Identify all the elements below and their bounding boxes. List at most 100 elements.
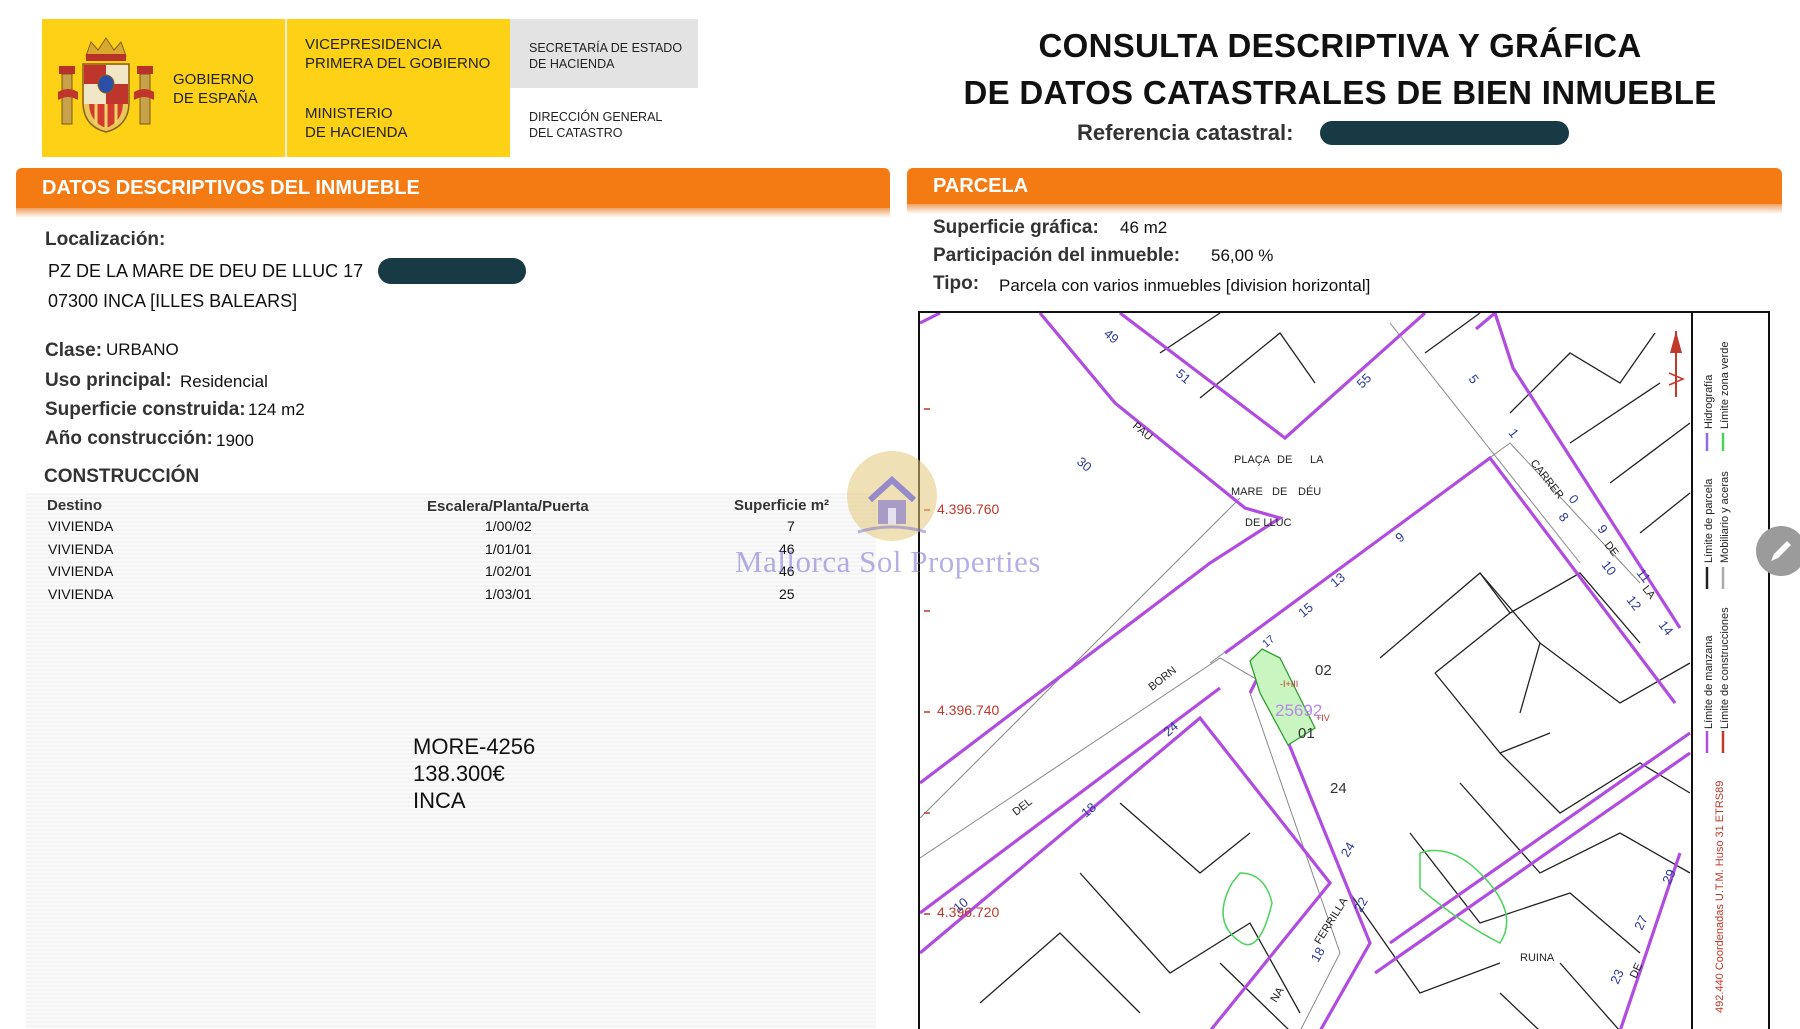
table-row-1-destino: VIVIENDA [48, 518, 114, 534]
superficie-construida-label: Superficie construida: [45, 399, 246, 420]
col-header-escalera: Escalera/Planta/Puerta [427, 498, 589, 515]
edit-button[interactable] [1756, 526, 1800, 576]
table-row-4-destino: VIVIENDA [48, 586, 114, 602]
map-number-14: 14 [1656, 618, 1677, 639]
table-row-1-superficie: 7 [787, 518, 795, 534]
anio-label: Año construcción: [45, 428, 213, 449]
referencia-label: Referencia catastral: [1077, 120, 1294, 145]
coord-y-1: 4.396.760 [937, 501, 999, 517]
datos-section-shadow [16, 208, 890, 218]
legend-limite-manzana: Límite de manzana [1703, 635, 1715, 729]
document-title: CONSULTA DESCRIPTIVA Y GRÁFICA DE DATOS C… [963, 27, 1717, 111]
parcela-section-header: PARCELA [907, 168, 1782, 204]
table-row-2-planta: 1/01/01 [485, 541, 532, 557]
table-row-4-planta: 1/03/01 [485, 586, 532, 602]
map-number-18-bottom: 18 [1308, 944, 1328, 964]
map-number-12: 12 [1624, 593, 1645, 614]
street-label-deu: DÉU [1298, 485, 1321, 498]
participacion-value: 56,00 % [1211, 246, 1274, 265]
street-label-de-3: DE [1602, 539, 1621, 558]
tipo-value: Parcela con varios inmuebles [division h… [999, 276, 1371, 295]
street-label-la-1: LA [1310, 454, 1324, 466]
construccion-title: CONSTRUCCIÓN [44, 466, 200, 487]
cadastral-map[interactable]: 4.396.760 4.396.740 4.396.720 PLAÇA DE L… [918, 311, 1770, 1029]
legend-zona-verde: Límite zona verde [1719, 342, 1731, 429]
col-header-superficie: Superficie m² [734, 497, 830, 514]
legend-hidrografia: Hidrografía [1703, 374, 1715, 429]
table-row-1-planta: 1/00/02 [485, 518, 532, 534]
participacion-label: Participación del inmueble: [933, 245, 1181, 266]
map-number-9: 9 [1392, 529, 1407, 545]
table-row-3-destino: VIVIENDA [48, 563, 114, 579]
map-number-1: 1 [1506, 426, 1522, 441]
map-number-23: 23 [1607, 967, 1627, 986]
redacted-referencia [1320, 121, 1569, 145]
vicepresidencia-label: VICEPRESIDENCIA PRIMERA DEL GOBIERNO [305, 36, 491, 72]
table-row-2-destino: VIVIENDA [48, 541, 114, 557]
datos-section-header: DATOS DESCRIPTIVOS DEL INMUEBLE [16, 168, 890, 208]
map-number-17: 17 [1260, 633, 1277, 650]
uso-label: Uso principal: [45, 370, 172, 391]
map-number-30: 30 [1074, 454, 1095, 475]
map-number-49: 49 [1101, 326, 1122, 347]
listing-ref: MORE-4256 [413, 734, 536, 759]
secretaria-label: SECRETARÍA DE ESTADO DE HACIENDA [529, 41, 683, 71]
tipo-label: Tipo: [933, 273, 980, 294]
address-line-2: 07300 INCA [ILLES BALEARS] [48, 291, 298, 311]
street-label-pau: PAU [1130, 420, 1154, 443]
coord-y-2: 4.396.740 [937, 702, 999, 718]
address-line-1: PZ DE LA MARE DE DEU DE LLUC 17 [48, 261, 364, 281]
superficie-grafica-label: Superficie gráfica: [933, 217, 1099, 238]
listing-info: MORE-4256 138.300€ INCA [413, 733, 535, 814]
map-number-5: 5 [1466, 372, 1482, 387]
street-label-na: NA [1268, 985, 1287, 1005]
map-number-27: 27 [1631, 913, 1651, 932]
legend-limite-parcela: Límite de parcela [1703, 478, 1715, 563]
gov-header-divider [285, 19, 287, 157]
pencil-icon [1771, 541, 1791, 561]
uso-value: Residencial [180, 372, 268, 391]
map-number-13: 13 [1327, 570, 1348, 591]
map-number-10: 10 [1599, 558, 1620, 579]
watermark-text: Mallorca Sol Properties [735, 544, 1041, 579]
redacted-address [378, 258, 526, 284]
cadastral-map-svg: 4.396.760 4.396.740 4.396.720 PLAÇA DE L… [920, 313, 1731, 1029]
clase-value: URBANO [106, 340, 179, 359]
street-label-ferrilla: FERRILLA [1312, 895, 1350, 947]
localizacion-label: Localización: [45, 229, 166, 250]
street-label-mare: MARE [1231, 486, 1263, 498]
street-label-carrer: CARRER [1528, 457, 1566, 501]
col-header-destino: Destino [47, 497, 103, 514]
legend-utm-note: 492.440 Coordenadas U.T.M. Huso 31 ETRS8… [1714, 781, 1726, 1013]
table-row-4-superficie: 25 [779, 586, 795, 602]
gobierno-label: GOBIERNO DE ESPAÑA [173, 71, 258, 107]
map-number-51: 51 [1173, 366, 1194, 387]
map-number-0: 0 [1566, 492, 1582, 507]
coat-of-arms-icon [58, 37, 154, 133]
map-number-15: 15 [1295, 600, 1316, 621]
legend-limite-construcciones: Límite de construcciones [1719, 607, 1731, 729]
unit-label-24: 24 [1330, 780, 1347, 797]
parcela-section-shadow [907, 204, 1782, 214]
legend-mobiliario: Mobiliario y aceras [1719, 471, 1731, 563]
watermark-logo-icon [847, 451, 937, 541]
street-label-de-2: DE [1272, 486, 1287, 498]
floor-label-lower: -I+III [1280, 679, 1298, 689]
table-row-3-planta: 1/02/01 [485, 563, 532, 579]
unit-label-02: 02 [1315, 662, 1332, 679]
map-number-24-bottom: 24 [1338, 839, 1358, 859]
north-arrow-icon [1668, 331, 1685, 397]
anio-value: 1900 [216, 431, 254, 450]
unit-label-01: 01 [1298, 725, 1315, 742]
superficie-construida-value: 124 m2 [248, 400, 305, 419]
map-label-ruina: RUINA [1520, 952, 1555, 964]
superficie-grafica-value: 46 m2 [1120, 218, 1168, 237]
clase-label: Clase: [45, 340, 103, 361]
street-label-placa: PLAÇA [1234, 454, 1271, 466]
listing-town: INCA [413, 788, 466, 813]
direccion-label: DIRECCIÓN GENERAL DEL CATASTRO [529, 110, 663, 140]
street-label-de-1: DE [1277, 454, 1292, 466]
street-label-de-lluc: DE LLUC [1245, 517, 1292, 529]
floor-label-upper: +IV [1316, 713, 1330, 723]
street-label-del: DEL [1010, 796, 1034, 819]
